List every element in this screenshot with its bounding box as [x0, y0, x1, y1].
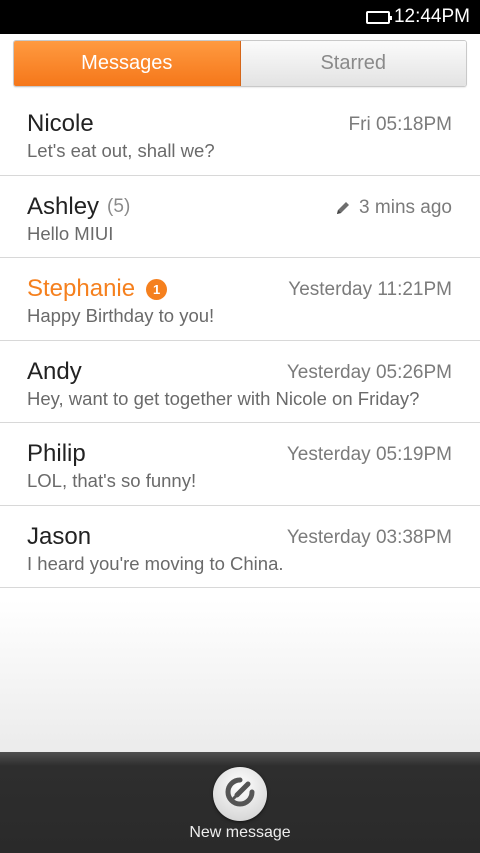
status-bar: 12:44PM	[0, 0, 480, 34]
conversation-row[interactable]: Philip Yesterday 05:19PM LOL, that's so …	[0, 423, 480, 506]
message-time: Yesterday 03:38PM	[286, 526, 452, 548]
contact-name-text: Andy	[27, 357, 82, 385]
message-time: Yesterday 05:26PM	[286, 361, 452, 383]
draft-pencil-icon	[335, 200, 351, 216]
message-preview: LOL, that's so funny!	[27, 470, 197, 491]
message-preview: Happy Birthday to you!	[27, 305, 215, 326]
contact-name-text: Jason	[27, 522, 92, 550]
message-preview: Let's eat out, shall we?	[27, 140, 215, 161]
new-message-button[interactable]	[213, 767, 267, 821]
contact-name: Jason	[27, 523, 91, 551]
status-time: 12:44PM	[393, 6, 470, 27]
contact-name-text: Philip	[27, 440, 86, 467]
contact-name-text: Ashley	[27, 192, 100, 220]
compose-icon	[223, 775, 257, 813]
contact-name: Philip	[27, 440, 86, 468]
contact-name-text: Nicole	[27, 110, 94, 137]
message-time: 3 mins ago	[335, 197, 452, 219]
new-message-label: New message	[189, 824, 291, 841]
battery-icon	[365, 10, 392, 24]
contact-name: Andy	[27, 358, 82, 386]
message-count: (5)	[107, 195, 131, 217]
message-preview: I heard you're moving to China.	[27, 552, 284, 574]
conversation-row[interactable]: Ashley (5) 3 mins ago Hello MIUI	[0, 176, 480, 258]
message-time: Yesterday 11:21PM	[288, 279, 452, 300]
unread-badge: 1	[146, 278, 168, 300]
contact-name: Stephanie 1	[27, 275, 168, 303]
conversation-row[interactable]: Nicole Fri 05:18PM Let's eat out, shall …	[0, 93, 480, 176]
tab-starred[interactable]: Starred	[240, 41, 466, 86]
tab-bar: Messages Starred	[13, 40, 467, 87]
message-time: Yesterday 05:19PM	[286, 444, 452, 465]
contact-name-text: Stephanie	[27, 275, 136, 302]
message-preview: Hello MIUI	[27, 222, 114, 244]
message-preview: Hey, want to get together with Nicole on…	[27, 387, 420, 409]
conversation-row[interactable]: Stephanie 1 Yesterday 11:21PM Happy Birt…	[0, 258, 480, 341]
conversation-list: Nicole Fri 05:18PM Let's eat out, shall …	[0, 93, 480, 588]
message-time: Fri 05:18PM	[348, 114, 452, 135]
bottom-action-bar: New message	[0, 752, 480, 853]
message-time-text: 3 mins ago	[359, 196, 452, 218]
conversation-row[interactable]: Andy Yesterday 05:26PM Hey, want to get …	[0, 341, 480, 423]
tab-messages[interactable]: Messages	[14, 41, 241, 86]
contact-name: Nicole	[27, 110, 94, 138]
conversation-row[interactable]: Jason Yesterday 03:38PM I heard you're m…	[0, 506, 480, 588]
contact-name: Ashley (5)	[27, 193, 130, 221]
